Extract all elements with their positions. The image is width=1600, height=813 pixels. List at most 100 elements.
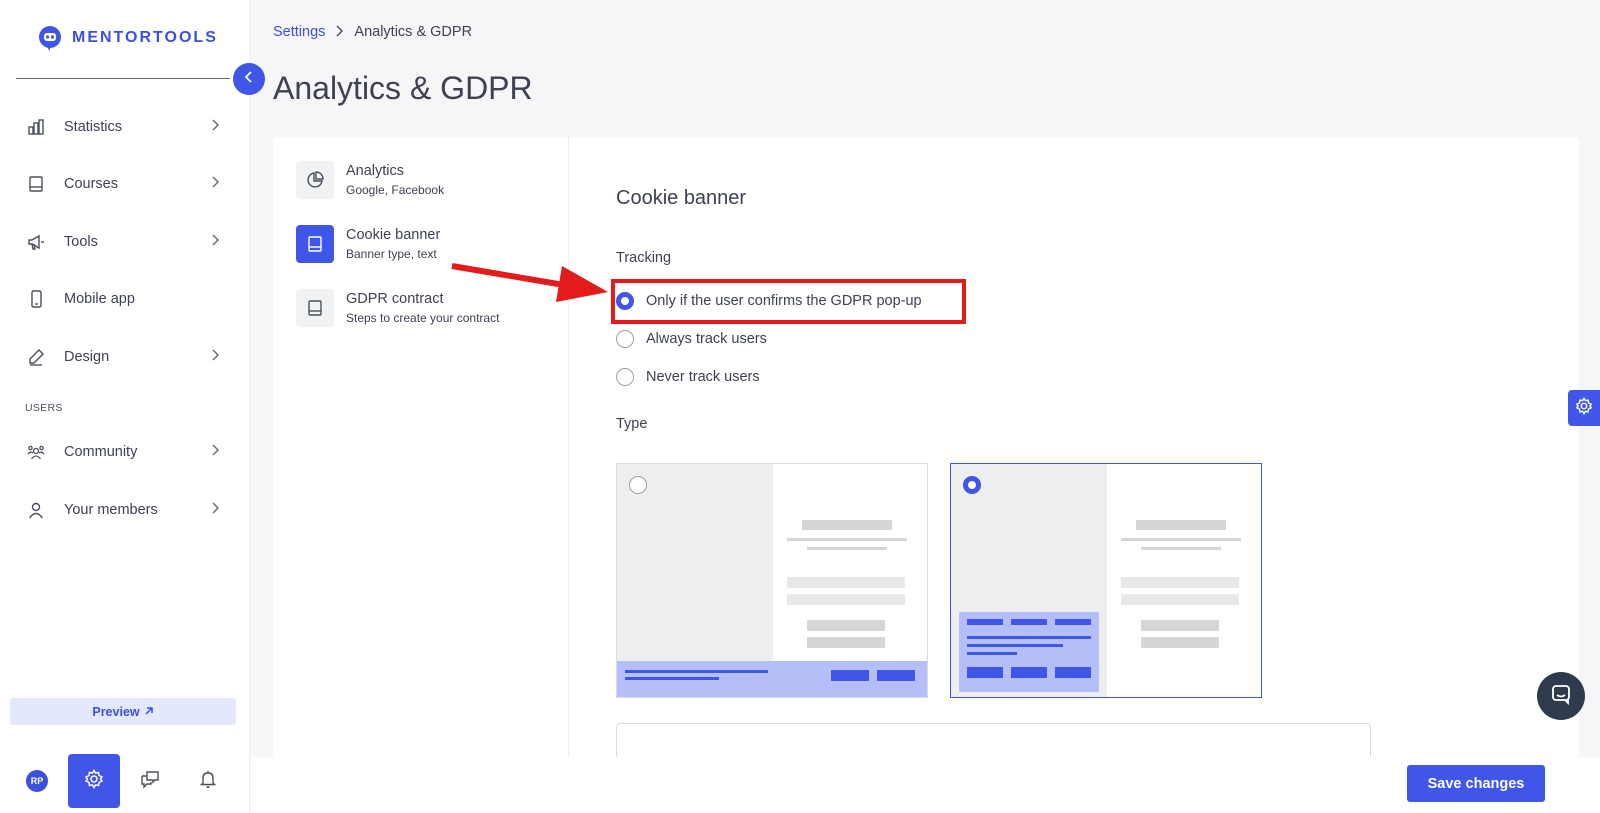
preview-line: [807, 620, 885, 631]
preview-button-shape: [967, 667, 1003, 678]
preview-label: Preview: [92, 704, 140, 719]
sidebar-item-design[interactable]: Design: [0, 328, 250, 386]
book-icon: [296, 289, 334, 327]
preview-button-shape: [831, 670, 869, 681]
sidebar-item-courses[interactable]: Courses: [0, 156, 250, 214]
type-option-corner-box[interactable]: [950, 463, 1262, 698]
tracking-option-always[interactable]: Always track users: [616, 330, 767, 348]
sidebar-item-mobile-app[interactable]: Mobile app: [0, 271, 250, 329]
chevron-right-icon: [210, 175, 220, 193]
settings-card: Analytics Google, Facebook Cookie banner…: [273, 137, 1579, 763]
subnav-item-cookie-banner[interactable]: Cookie banner Banner type, text: [296, 225, 440, 263]
external-link-icon: [144, 705, 154, 719]
annotation-highlight-box: [611, 279, 966, 324]
type-option-bottom-bar[interactable]: [616, 463, 928, 698]
preview-line: [807, 637, 885, 648]
pencil-icon: [26, 347, 46, 367]
divider: [16, 78, 230, 79]
collapse-sidebar-button[interactable]: [233, 63, 265, 95]
sidebar-item-label: Statistics: [64, 118, 123, 135]
preview-line: [1055, 619, 1091, 625]
notifications-button[interactable]: [198, 769, 218, 794]
save-changes-button[interactable]: Save changes: [1407, 765, 1545, 802]
preview-line: [802, 520, 892, 530]
tracking-option-never[interactable]: Never track users: [616, 368, 760, 386]
subnav-item-analytics[interactable]: Analytics Google, Facebook: [296, 161, 444, 199]
pie-chart-icon: [296, 161, 334, 199]
subnav-title: Analytics: [346, 163, 405, 179]
preview-line: [625, 670, 768, 673]
preview-line: [1121, 594, 1239, 605]
chevron-right-icon: [210, 443, 220, 461]
sidebar-item-community[interactable]: Community: [0, 424, 250, 482]
mobile-icon: [26, 289, 46, 309]
sidebar-item-your-members[interactable]: Your members: [0, 481, 250, 539]
messages-button[interactable]: [140, 769, 160, 794]
annotation-arrow-icon: [451, 263, 608, 302]
type-label: Type: [616, 416, 648, 432]
radio-unchecked[interactable]: [629, 476, 647, 494]
subnav-desc: Steps to create your contract: [346, 311, 500, 325]
book-icon: [26, 174, 46, 194]
page-title: Analytics & GDPR: [273, 70, 533, 106]
robot-logo-icon: [39, 26, 61, 51]
bell-icon: [198, 771, 218, 793]
gear-icon: [1575, 396, 1593, 420]
preview-line: [967, 636, 1091, 639]
preview-line: [1121, 577, 1239, 588]
chat-bubbles-icon: [140, 771, 160, 793]
subnav-desc: Banner type, text: [346, 247, 437, 261]
preview-line: [1141, 620, 1219, 631]
settings-button[interactable]: [68, 754, 120, 808]
megaphone-icon: [26, 232, 46, 252]
bar-chart-icon: [26, 117, 46, 137]
preview-line: [787, 577, 905, 588]
sidebar-item-tools[interactable]: Tools: [0, 213, 250, 271]
preview-line: [625, 677, 719, 680]
support-chat-button[interactable]: [1537, 672, 1585, 720]
radio-checked[interactable]: [963, 476, 981, 494]
brand-logo[interactable]: MENTORTOOLS: [36, 24, 218, 52]
preview-button-shape: [1011, 667, 1047, 678]
user-icon: [26, 500, 46, 520]
sidebar-item-label: Mobile app: [64, 291, 135, 308]
gear-icon: [84, 768, 104, 794]
sidebar-bottom-bar: RP: [0, 753, 250, 809]
save-bar: [251, 757, 1600, 813]
preview-line: [1011, 619, 1047, 625]
chat-icon: [1550, 683, 1572, 710]
chevron-left-icon: [244, 70, 254, 88]
section-title: Cookie banner: [616, 187, 747, 209]
users-section-label: USERS: [25, 401, 63, 414]
preview-button-shape: [1055, 667, 1091, 678]
radio-unchecked[interactable]: [616, 368, 634, 386]
chevron-right-icon: [210, 233, 220, 251]
radio-label: Never track users: [646, 369, 760, 385]
breadcrumb-settings-link[interactable]: Settings: [273, 24, 325, 40]
preview-line: [1141, 547, 1221, 550]
preview-button[interactable]: Preview: [10, 698, 236, 725]
preview-line: [1136, 520, 1226, 530]
sidebar-item-label: Tools: [64, 233, 98, 250]
breadcrumb: Settings Analytics & GDPR: [273, 24, 472, 40]
settings-subnav: Analytics Google, Facebook Cookie banner…: [273, 137, 569, 757]
breadcrumb-current: Analytics & GDPR: [354, 24, 473, 40]
subnav-title: Cookie banner: [346, 227, 441, 243]
floating-settings-button[interactable]: [1568, 390, 1600, 426]
sidebar: MENTORTOOLS Statistics Courses Tools Mob…: [0, 0, 250, 813]
brand-name: MENTORTOOLS: [72, 29, 218, 46]
preview-button-shape: [877, 670, 915, 681]
sidebar-item-label: Your members: [64, 501, 158, 518]
chevron-right-icon: [335, 24, 344, 40]
avatar[interactable]: RP: [26, 770, 48, 792]
sidebar-nav: Statistics Courses Tools Mobile app Desi…: [0, 98, 250, 539]
sidebar-item-statistics[interactable]: Statistics: [0, 98, 250, 156]
preview-line: [967, 619, 1003, 625]
sidebar-item-label: Community: [64, 444, 138, 461]
preview-line: [1121, 538, 1241, 541]
radio-unchecked[interactable]: [616, 330, 634, 348]
preview-line: [787, 594, 905, 605]
preview-line: [967, 652, 1017, 655]
chevron-right-icon: [210, 118, 220, 136]
chevron-right-icon: [210, 501, 220, 519]
